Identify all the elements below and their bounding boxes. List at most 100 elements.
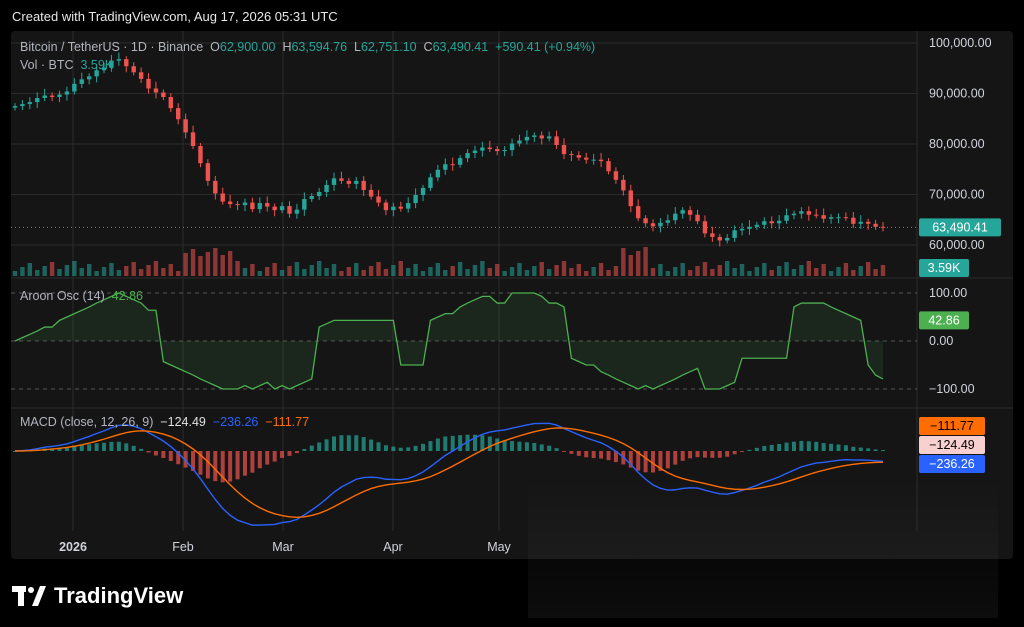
macd-histogram-bar — [569, 451, 574, 454]
candle-body — [591, 159, 596, 161]
candle-body — [405, 203, 411, 209]
candle-body — [710, 233, 715, 237]
volume-bar — [769, 270, 774, 276]
macd-histogram-bar — [821, 443, 826, 451]
volume-bar — [383, 269, 389, 276]
volume-bar — [153, 261, 159, 276]
candle-body — [598, 159, 604, 162]
macd-histogram-bar — [124, 443, 129, 451]
macd-line — [14, 422, 884, 526]
macd-histogram-bar — [421, 443, 426, 451]
volume-bar — [524, 270, 530, 276]
candle-body — [613, 171, 619, 180]
volume-bar — [598, 263, 604, 276]
volume-bar — [116, 270, 122, 276]
candle-body — [509, 143, 515, 151]
time-axis-label: 2026 — [59, 540, 87, 554]
volume-bar — [457, 262, 463, 276]
volume-bar — [161, 268, 166, 276]
volume-bar — [836, 267, 841, 276]
candle-body — [628, 190, 633, 207]
macd-histogram-bar — [554, 448, 559, 451]
aroon-legend: Aroon Osc (14) 42.86 — [20, 289, 143, 303]
price-tick-label: 100,000.00 — [929, 36, 992, 50]
volume-bar — [49, 262, 55, 276]
candle-body — [561, 145, 567, 155]
volume-bar — [576, 264, 582, 276]
aroon-value: 42.86 — [111, 289, 143, 303]
candle-body — [539, 135, 544, 139]
macd-histogram-bar — [102, 442, 107, 451]
candle-body — [146, 78, 151, 89]
candle-body — [806, 211, 812, 215]
volume-bar — [138, 269, 144, 276]
candle-body — [524, 136, 530, 141]
candle-body — [279, 206, 285, 211]
volume-bar — [465, 269, 470, 276]
volume-bar — [354, 263, 359, 276]
candle-body — [791, 213, 797, 216]
macd-histogram-bar — [87, 444, 92, 451]
candle-body — [391, 206, 396, 211]
volume-bar — [146, 265, 151, 276]
candle-body — [42, 95, 47, 99]
macd-histogram-bar — [561, 451, 566, 452]
macd-histogram-bar — [591, 451, 596, 459]
candle-body — [49, 95, 55, 98]
macd-histogram-bar — [495, 438, 500, 451]
macd-histogram-bar — [606, 451, 611, 461]
candle-body — [517, 140, 522, 144]
candle-body — [635, 206, 641, 219]
volume-bar — [628, 255, 633, 276]
volume-bar — [250, 264, 255, 276]
low-label: L — [354, 40, 361, 54]
candle-body — [131, 66, 136, 73]
volume-bar — [776, 266, 782, 276]
candle-body — [776, 220, 782, 224]
volume-bar — [799, 265, 804, 276]
macd-histogram-bar — [324, 439, 329, 451]
candle-body — [227, 201, 233, 205]
chart-frame[interactable]: 100,000.00 90,000.00 80,000.00 70,000.00 60,… — [11, 31, 1013, 559]
volume-bar — [873, 269, 878, 276]
volume-bar — [235, 261, 240, 276]
volume-bar — [472, 265, 478, 276]
volume-bar — [739, 264, 745, 276]
volume-bar — [865, 262, 871, 276]
macd-histogram-bar — [851, 446, 856, 451]
chart-canvas[interactable]: 100,000.00 90,000.00 80,000.00 70,000.00 60,… — [11, 31, 1013, 559]
candle-body — [294, 209, 300, 214]
volume-bar — [57, 269, 62, 276]
volume-bar — [532, 266, 537, 276]
macd-histogram-bar — [346, 435, 351, 451]
macd-histogram-bar — [814, 441, 819, 451]
candle-body — [79, 79, 84, 84]
volume-bar — [27, 263, 33, 276]
candle-body — [346, 180, 352, 184]
macd-line-value: −236.26 — [212, 415, 259, 429]
open-value: 62,900.00 — [219, 40, 276, 54]
candle-body — [836, 217, 841, 219]
volume-bar — [569, 268, 574, 276]
macd-histogram-bar — [361, 437, 366, 451]
aroon-label: Aroon Osc (14) — [20, 289, 105, 303]
candle-body — [739, 228, 745, 231]
macd-label: MACD (close, 12, 26, 9) — [20, 415, 154, 429]
macd-histogram-bar — [732, 451, 737, 455]
candle-body — [64, 91, 70, 95]
candle-body — [717, 236, 722, 241]
candle-body — [12, 106, 18, 108]
volume-bar — [176, 271, 181, 276]
candle-body — [851, 217, 856, 224]
candle-body — [309, 196, 314, 200]
volume-bar — [331, 264, 337, 276]
macd-histogram-bar — [799, 440, 804, 451]
volume-bar — [509, 267, 515, 276]
volume-bar — [302, 269, 307, 276]
macd-histogram-bar — [287, 451, 292, 456]
volume-bar — [86, 264, 92, 276]
volume-bar — [814, 268, 819, 276]
macd-histogram-bar — [762, 445, 767, 451]
macd-histogram-bar — [510, 441, 515, 451]
high-value: 63,594.76 — [291, 40, 348, 54]
